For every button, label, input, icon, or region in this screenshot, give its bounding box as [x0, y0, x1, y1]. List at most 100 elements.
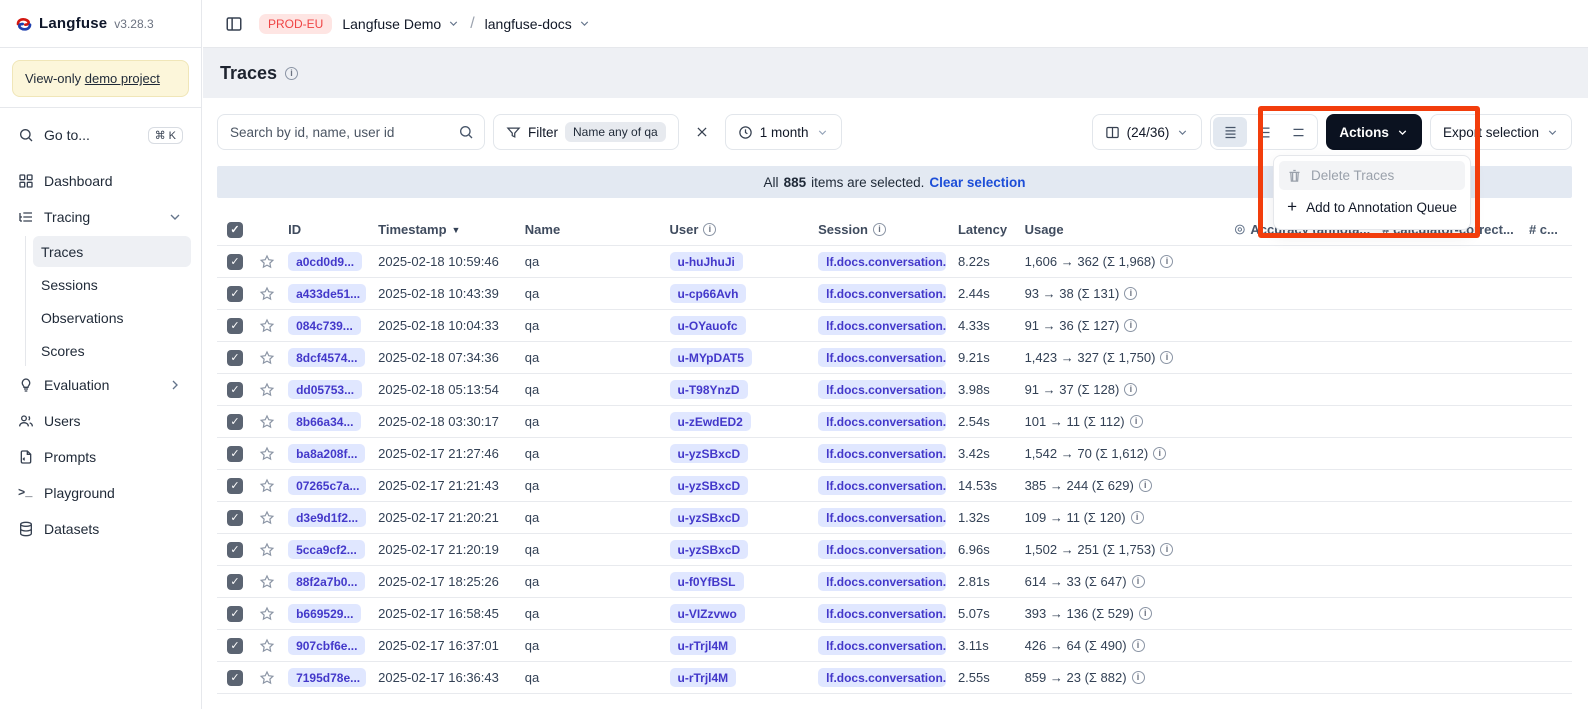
session-id-badge[interactable]: lf.docs.conversation... [818, 412, 946, 431]
star-icon[interactable] [259, 382, 275, 398]
row-checkbox[interactable]: ✓ [227, 510, 243, 526]
user-id-badge[interactable]: u-zEwdED2 [670, 412, 751, 431]
user-id-badge[interactable]: u-MYpDAT5 [670, 348, 752, 367]
trace-id-badge[interactable]: 88f2a7b0... [288, 572, 365, 591]
star-icon[interactable] [259, 574, 275, 590]
select-all-checkbox[interactable]: ✓ [227, 222, 243, 238]
user-id-badge[interactable]: u-yzSBxcD [670, 476, 749, 495]
sidebar-item-evaluation[interactable]: Evaluation [10, 368, 191, 402]
star-icon[interactable] [259, 318, 275, 334]
columns-selector-button[interactable]: (24/36) [1092, 114, 1203, 150]
row-height-compact-button[interactable] [1213, 117, 1247, 147]
time-range-selector[interactable]: 1 month [725, 114, 842, 150]
session-id-badge[interactable]: lf.docs.conversation... [818, 508, 946, 527]
row-checkbox[interactable]: ✓ [227, 286, 243, 302]
star-icon[interactable] [259, 542, 275, 558]
header-name[interactable]: Name [519, 222, 664, 237]
header-user[interactable]: Useri [664, 222, 813, 237]
star-icon[interactable] [259, 254, 275, 270]
star-icon[interactable] [259, 286, 275, 302]
trace-id-badge[interactable]: d3e9d1f2... [288, 508, 366, 527]
session-id-badge[interactable]: lf.docs.conversation... [818, 380, 946, 399]
project-selector[interactable]: langfuse-docs [485, 16, 591, 32]
session-id-badge[interactable]: lf.docs.conversation... [818, 444, 946, 463]
trace-id-badge[interactable]: 084c739... [288, 316, 361, 335]
trace-id-badge[interactable]: 8b66a34... [288, 412, 361, 431]
row-checkbox[interactable]: ✓ [227, 350, 243, 366]
trace-id-badge[interactable]: b669529... [288, 604, 361, 623]
header-usage[interactable]: Usage [1019, 222, 1228, 237]
user-id-badge[interactable]: u-f0YfBSL [670, 572, 744, 591]
star-icon[interactable] [259, 670, 275, 686]
trace-id-badge[interactable]: a433de51... [288, 284, 366, 303]
sidebar-toggle-button[interactable] [219, 6, 249, 42]
trace-id-badge[interactable]: ba8a208f... [288, 444, 365, 463]
trace-id-badge[interactable]: 07265c7a... [288, 476, 366, 495]
session-id-badge[interactable]: lf.docs.conversation... [818, 636, 946, 655]
session-id-badge[interactable]: lf.docs.conversation... [818, 476, 946, 495]
sidebar-item-scores[interactable]: Scores [33, 335, 191, 366]
goto-search[interactable]: Go to... ⌘ K [10, 118, 191, 152]
menu-item-add-to-annotation-queue[interactable]: + Add to Annotation Queue [1279, 190, 1465, 224]
star-icon[interactable] [259, 414, 275, 430]
filter-button[interactable]: Filter Name any of qa [493, 114, 679, 150]
clear-selection-link[interactable]: Clear selection [929, 175, 1025, 190]
row-checkbox[interactable]: ✓ [227, 478, 243, 494]
user-id-badge[interactable]: u-yzSBxcD [670, 540, 749, 559]
star-icon[interactable] [259, 638, 275, 654]
star-icon[interactable] [259, 478, 275, 494]
header-score-cut[interactable]: # c... [1523, 222, 1572, 237]
row-checkbox[interactable]: ✓ [227, 542, 243, 558]
user-id-badge[interactable]: u-rTrjl4M [670, 668, 737, 687]
row-checkbox[interactable]: ✓ [227, 638, 243, 654]
star-icon[interactable] [259, 446, 275, 462]
row-checkbox[interactable]: ✓ [227, 414, 243, 430]
star-icon[interactable] [259, 350, 275, 366]
session-id-badge[interactable]: lf.docs.conversation... [818, 540, 946, 559]
user-id-badge[interactable]: u-yzSBxcD [670, 444, 749, 463]
sidebar-item-datasets[interactable]: Datasets [10, 512, 191, 546]
user-id-badge[interactable]: u-VIZzvwo [670, 604, 745, 623]
search-icon[interactable] [458, 124, 474, 140]
row-checkbox[interactable]: ✓ [227, 254, 243, 270]
search-input[interactable] [230, 125, 450, 140]
clear-filter-button[interactable] [687, 114, 717, 150]
org-selector[interactable]: Langfuse Demo [342, 16, 460, 32]
actions-button[interactable]: Actions [1326, 114, 1422, 150]
sidebar-item-traces[interactable]: Traces [33, 236, 191, 267]
user-id-badge[interactable]: u-T98YnzD [670, 380, 748, 399]
row-height-tall-button[interactable] [1281, 117, 1315, 147]
sidebar-item-prompts[interactable]: Prompts [10, 440, 191, 474]
star-icon[interactable] [259, 510, 275, 526]
user-id-badge[interactable]: u-huJhuJi [670, 252, 743, 271]
header-id[interactable]: ID [282, 222, 372, 237]
header-latency[interactable]: Latency [952, 222, 1019, 237]
row-checkbox[interactable]: ✓ [227, 446, 243, 462]
user-id-badge[interactable]: u-rTrjl4M [670, 636, 737, 655]
trace-id-badge[interactable]: 907cbf6e... [288, 636, 365, 655]
session-id-badge[interactable]: lf.docs.conversation... [818, 252, 946, 271]
menu-item-delete-traces[interactable]: Delete Traces [1279, 161, 1465, 190]
user-id-badge[interactable]: u-OYauofc [670, 316, 746, 335]
sidebar-item-users[interactable]: Users [10, 404, 191, 438]
row-checkbox[interactable]: ✓ [227, 606, 243, 622]
trace-id-badge[interactable]: 8dcf4574... [288, 348, 365, 367]
session-id-badge[interactable]: lf.docs.conversation... [818, 604, 946, 623]
row-checkbox[interactable]: ✓ [227, 318, 243, 334]
header-session[interactable]: Sessioni [812, 222, 952, 237]
row-checkbox[interactable]: ✓ [227, 574, 243, 590]
export-selection-button[interactable]: Export selection [1430, 114, 1572, 150]
trace-id-badge[interactable]: 5cca9cf2... [288, 540, 365, 559]
row-height-medium-button[interactable] [1247, 117, 1281, 147]
trace-id-badge[interactable]: a0cd0d9... [288, 252, 362, 271]
sidebar-item-dashboard[interactable]: Dashboard [10, 164, 191, 198]
sidebar-item-sessions[interactable]: Sessions [33, 269, 191, 300]
sidebar-item-tracing[interactable]: Tracing [10, 200, 191, 234]
session-id-badge[interactable]: lf.docs.conversation... [818, 572, 946, 591]
header-timestamp[interactable]: Timestamp▼ [372, 222, 519, 237]
row-checkbox[interactable]: ✓ [227, 382, 243, 398]
user-id-badge[interactable]: u-yzSBxcD [670, 508, 749, 527]
session-id-badge[interactable]: lf.docs.conversation... [818, 316, 946, 335]
sidebar-item-observations[interactable]: Observations [33, 302, 191, 333]
demo-project-link[interactable]: demo project [85, 71, 160, 86]
